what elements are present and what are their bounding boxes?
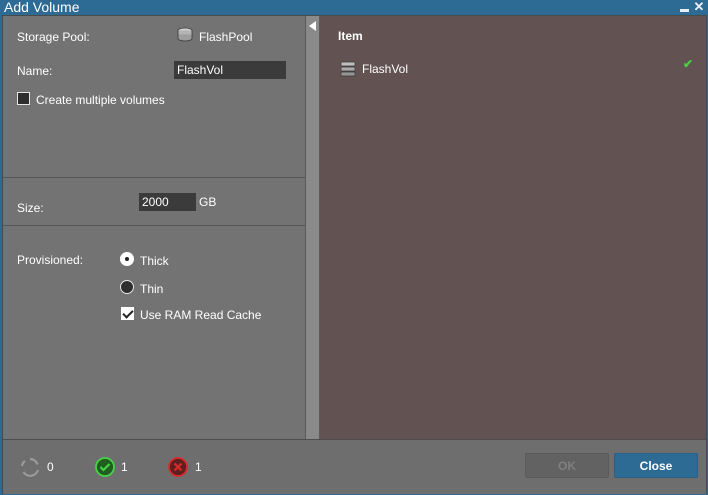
pending-icon xyxy=(20,457,40,477)
ram-cache-label: Use RAM Read Cache xyxy=(140,308,262,322)
thin-label: Thin xyxy=(140,282,164,296)
item-label: FlashVol xyxy=(362,62,409,76)
error-count: 1 xyxy=(195,460,202,474)
provisioned-label: Provisioned: xyxy=(17,253,84,267)
volume-form: Storage Pool: FlashPool Name: FlashVol C… xyxy=(3,16,305,439)
window-title: Add Volume xyxy=(4,0,80,15)
minimize-icon[interactable] xyxy=(679,1,691,13)
close-button[interactable]: Close xyxy=(614,453,698,478)
storage-pool-label: Storage Pool: xyxy=(17,30,90,44)
storage-pool-value: FlashPool xyxy=(199,30,253,44)
success-icon xyxy=(95,457,115,477)
ok-button[interactable]: OK xyxy=(525,453,609,478)
error-icon xyxy=(168,457,188,477)
volume-icon xyxy=(340,61,356,77)
success-count: 1 xyxy=(121,460,128,474)
divider xyxy=(3,225,305,226)
items-panel: Item FlashVol ✔ xyxy=(320,16,706,439)
storage-pool-icon xyxy=(177,27,193,42)
thick-label: Thick xyxy=(140,254,169,268)
name-label: Name: xyxy=(17,64,53,78)
name-input[interactable]: FlashVol xyxy=(174,61,286,79)
list-item[interactable]: FlashVol ✔ xyxy=(320,57,706,78)
status-footer: 0 1 1 OK Close xyxy=(3,439,706,494)
create-multiple-label: Create multiple volumes xyxy=(36,93,165,107)
pending-count: 0 xyxy=(47,460,54,474)
check-icon: ✔ xyxy=(683,57,694,71)
create-multiple-checkbox[interactable] xyxy=(17,92,30,105)
thin-radio[interactable] xyxy=(120,280,134,294)
divider xyxy=(3,177,305,178)
item-column-header: Item xyxy=(338,29,363,43)
size-unit: GB xyxy=(199,195,217,209)
dialog-body: Storage Pool: FlashPool Name: FlashVol C… xyxy=(2,15,707,494)
close-icon[interactable]: ✕ xyxy=(693,0,705,13)
ram-cache-checkbox[interactable] xyxy=(121,307,134,320)
collapse-arrow-icon[interactable] xyxy=(309,21,316,31)
size-input[interactable]: 2000 xyxy=(139,193,196,211)
thick-radio[interactable] xyxy=(120,252,134,266)
title-bar: Add Volume ✕ xyxy=(0,0,708,15)
size-label: Size: xyxy=(17,201,44,215)
panel-splitter[interactable] xyxy=(305,16,320,439)
